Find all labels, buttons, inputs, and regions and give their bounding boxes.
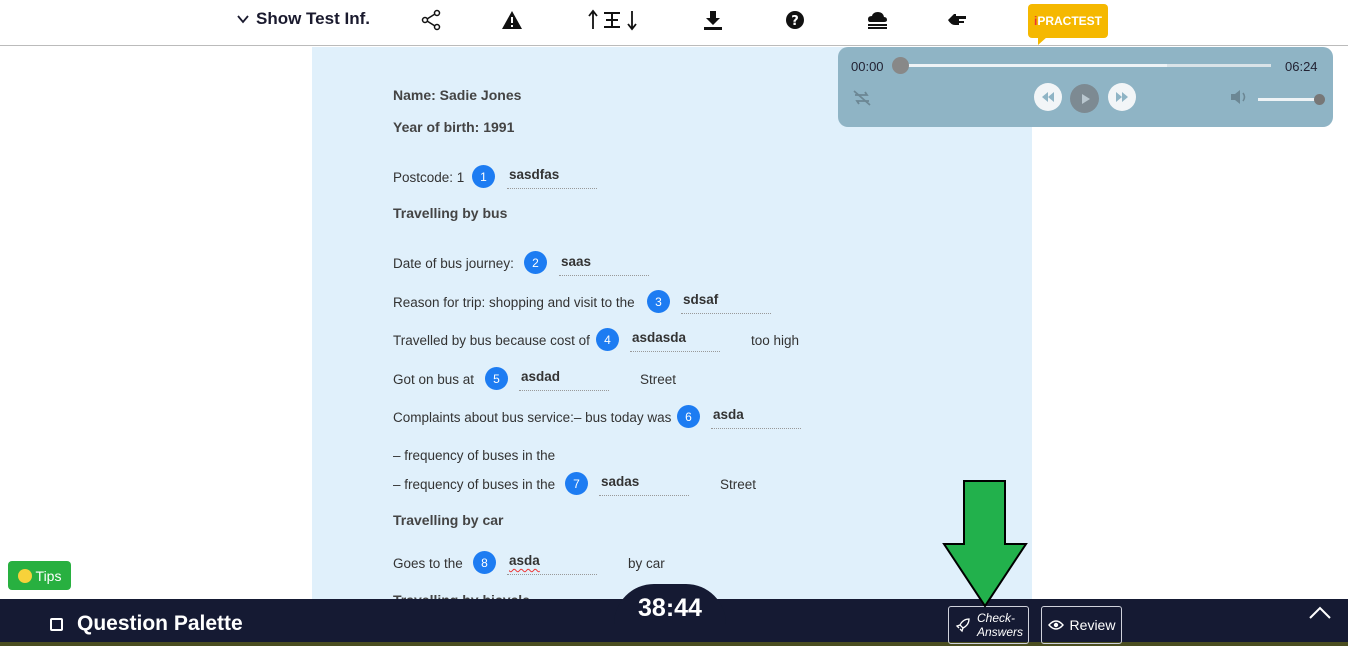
tips-label: Tips: [35, 567, 62, 584]
chevron-up-icon[interactable]: [1308, 604, 1332, 620]
q4-answer-input[interactable]: asdasda: [630, 330, 720, 352]
q7-suffix: Street: [720, 477, 757, 492]
rewind-button[interactable]: [1034, 83, 1062, 111]
q8-number-badge: 8: [473, 551, 496, 574]
seek-bar-fill: [898, 64, 1167, 67]
check-answers-line1: Check-: [977, 611, 1016, 625]
bottom-strip: [0, 642, 1348, 646]
q8-answer-input[interactable]: asda: [507, 553, 597, 575]
repeat-off-icon[interactable]: [852, 89, 872, 112]
q8-suffix: by car: [628, 556, 665, 571]
lightbulb-icon: [17, 568, 32, 583]
top-toolbar: Show Test Inf. ? i PRACTEST: [0, 0, 1348, 46]
help-icon[interactable]: ?: [783, 8, 807, 32]
check-answers-button[interactable]: Check- Answers: [948, 606, 1029, 644]
q3-answer-input[interactable]: sdsaf: [681, 292, 771, 314]
ipractest-logo[interactable]: i PRACTEST: [1028, 4, 1108, 45]
green-down-arrow-annotation: [942, 480, 1028, 608]
volume-slider[interactable]: [1258, 98, 1320, 101]
text-resize-icon[interactable]: [586, 8, 642, 32]
q3-number-badge: 3: [647, 290, 670, 313]
q1-prefix: Postcode: 1: [393, 170, 465, 185]
q7-number-badge: 7: [565, 472, 588, 495]
seek-knob[interactable]: [892, 57, 909, 74]
total-time: 06:24: [1285, 59, 1318, 74]
seek-bar[interactable]: [898, 64, 1271, 67]
warning-icon[interactable]: [500, 8, 524, 32]
countdown-timer: 38:44: [638, 594, 702, 622]
volume-icon[interactable]: [1230, 89, 1250, 110]
q2-prefix: Date of bus journey:: [393, 256, 514, 271]
cloud-icon[interactable]: [865, 8, 889, 32]
q5-prefix: Got on bus at: [393, 372, 475, 387]
q1-answer-input[interactable]: sasdfas: [507, 167, 597, 189]
q5-answer-input[interactable]: asdad: [519, 369, 609, 391]
q3-prefix: Reason for trip: shopping and visit to t…: [393, 295, 635, 310]
section-heading-bus: Travelling by bus: [393, 205, 508, 221]
q1-number-badge: 1: [472, 165, 495, 188]
play-button[interactable]: [1070, 84, 1099, 113]
fast-forward-button[interactable]: [1108, 83, 1136, 111]
q5-number-badge: 5: [485, 367, 508, 390]
candidate-name: Name: Sadie Jones: [393, 87, 522, 103]
q4-suffix: too high: [751, 333, 800, 348]
svg-text:?: ?: [791, 14, 799, 29]
show-test-info-toggle[interactable]: Show Test Inf.: [236, 9, 370, 29]
review-label: Review: [1069, 617, 1116, 633]
q7-answer-input[interactable]: sadas: [599, 474, 689, 496]
q6-number-badge: 6: [677, 405, 700, 428]
question-palette-toggle[interactable]: Question Palette: [50, 612, 243, 636]
current-time: 00:00: [851, 59, 884, 74]
share-icon[interactable]: [419, 8, 443, 32]
rocket-icon: [955, 618, 970, 633]
q8-prefix: Goes to the: [393, 556, 463, 571]
volume-knob[interactable]: [1314, 94, 1325, 105]
calendar-icon: [50, 617, 63, 631]
check-answers-line2: Answers: [977, 625, 1024, 639]
show-test-info-label: Show Test Inf.: [256, 9, 370, 28]
tips-button[interactable]: Tips: [8, 561, 71, 590]
question-content-panel: Name: Sadie Jones Year of birth: 1991 Po…: [312, 47, 1032, 600]
eye-icon: [1047, 620, 1064, 630]
q4-number-badge: 4: [596, 328, 619, 351]
q6-prefix: Complaints about bus service:– bus today…: [393, 410, 672, 425]
q7-prefix: – frequency of buses in the: [393, 477, 556, 492]
q6-answer-input[interactable]: asda: [711, 407, 801, 429]
question-palette-label: Question Palette: [77, 612, 243, 635]
hand-pointer-icon[interactable]: [946, 8, 970, 32]
chevron-down-icon: [237, 15, 249, 24]
audio-player: 00:00 06:24: [838, 47, 1333, 127]
year-of-birth: Year of birth: 1991: [393, 119, 515, 135]
section-heading-car: Travelling by car: [393, 512, 504, 528]
q5-suffix: Street: [640, 372, 677, 387]
review-button[interactable]: Review: [1041, 606, 1122, 644]
q2-answer-input[interactable]: saas: [559, 254, 649, 276]
q4-prefix: Travelled by bus because cost of: [393, 333, 590, 348]
q2-number-badge: 2: [524, 251, 547, 274]
frequency-line: – frequency of buses in the: [393, 448, 556, 463]
download-icon[interactable]: [701, 8, 725, 32]
